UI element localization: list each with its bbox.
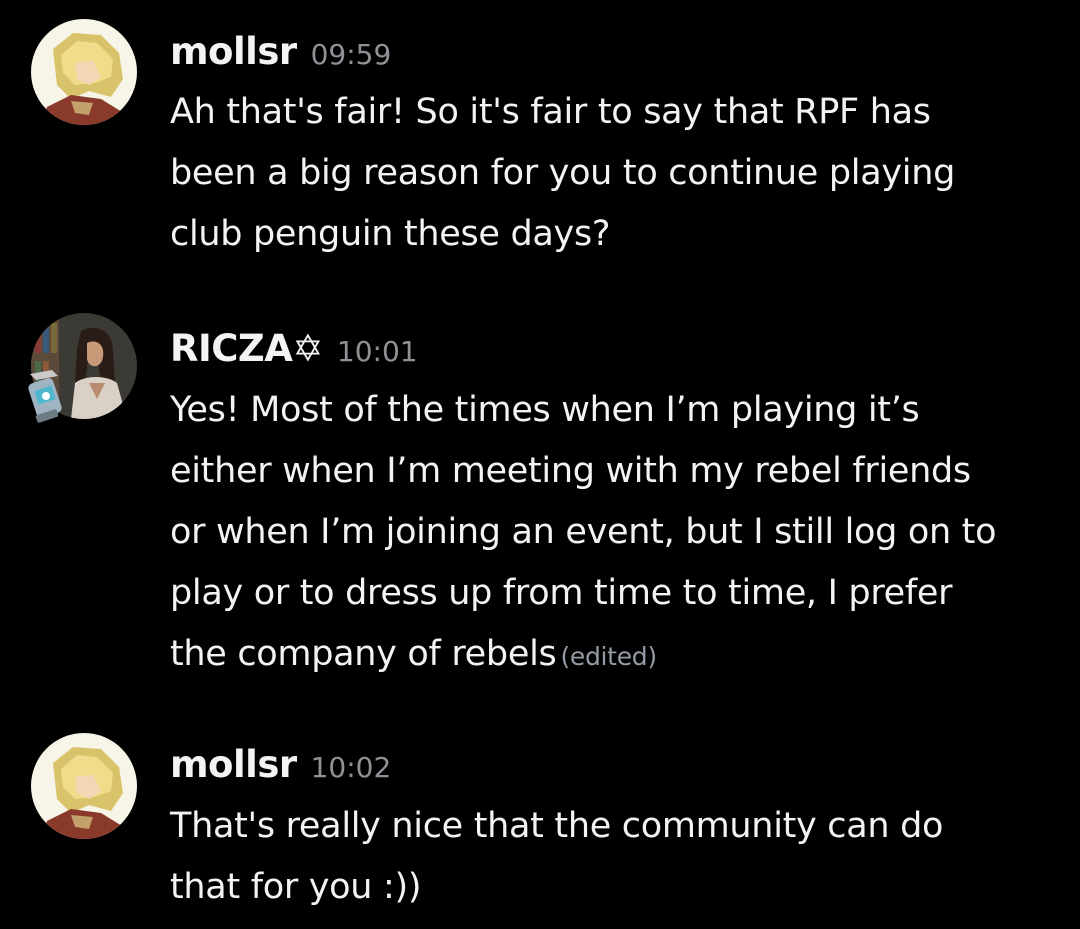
user-avatar[interactable] (31, 19, 137, 125)
message-line: been a big reason for you to continue pl… (170, 153, 955, 193)
timestamp: 10:02 (310, 751, 392, 784)
message-line: play or to dress up from time to time, I… (170, 573, 953, 613)
username[interactable]: mollsr (170, 30, 297, 73)
avatar-decoration-icon (28, 370, 62, 423)
message-content: Yes! Most of the times when I’m playing … (170, 380, 1050, 687)
username[interactable]: RICZA✡︎ (170, 327, 323, 370)
message-line: That's really nice that the community ca… (170, 806, 944, 846)
username[interactable]: mollsr (170, 743, 297, 786)
avatar-decoration-badge (22, 368, 74, 426)
timestamp: 09:59 (310, 38, 392, 71)
message-line: Ah that's fair! So it's fair to say that… (170, 92, 931, 132)
message-content: That's really nice that the community ca… (170, 796, 1050, 918)
message-line: the company of rebels (edited) (170, 624, 1050, 687)
message-line: that for you :)) (170, 867, 422, 907)
anime-character-avatar-icon (31, 19, 137, 125)
message-line: either when I’m meeting with my rebel fr… (170, 451, 971, 491)
timestamp: 10:01 (336, 335, 418, 368)
message-line: Yes! Most of the times when I’m playing … (170, 390, 920, 430)
anime-character-avatar-icon (31, 733, 137, 839)
message-line: or when I’m joining an event, but I stil… (170, 512, 997, 552)
edited-label: (edited) (560, 642, 657, 671)
user-avatar[interactable] (31, 733, 137, 839)
message-content: Ah that's fair! So it's fair to say that… (170, 82, 1050, 265)
message-line: club penguin these days? (170, 214, 611, 254)
message-line-text: the company of rebels (170, 634, 557, 674)
